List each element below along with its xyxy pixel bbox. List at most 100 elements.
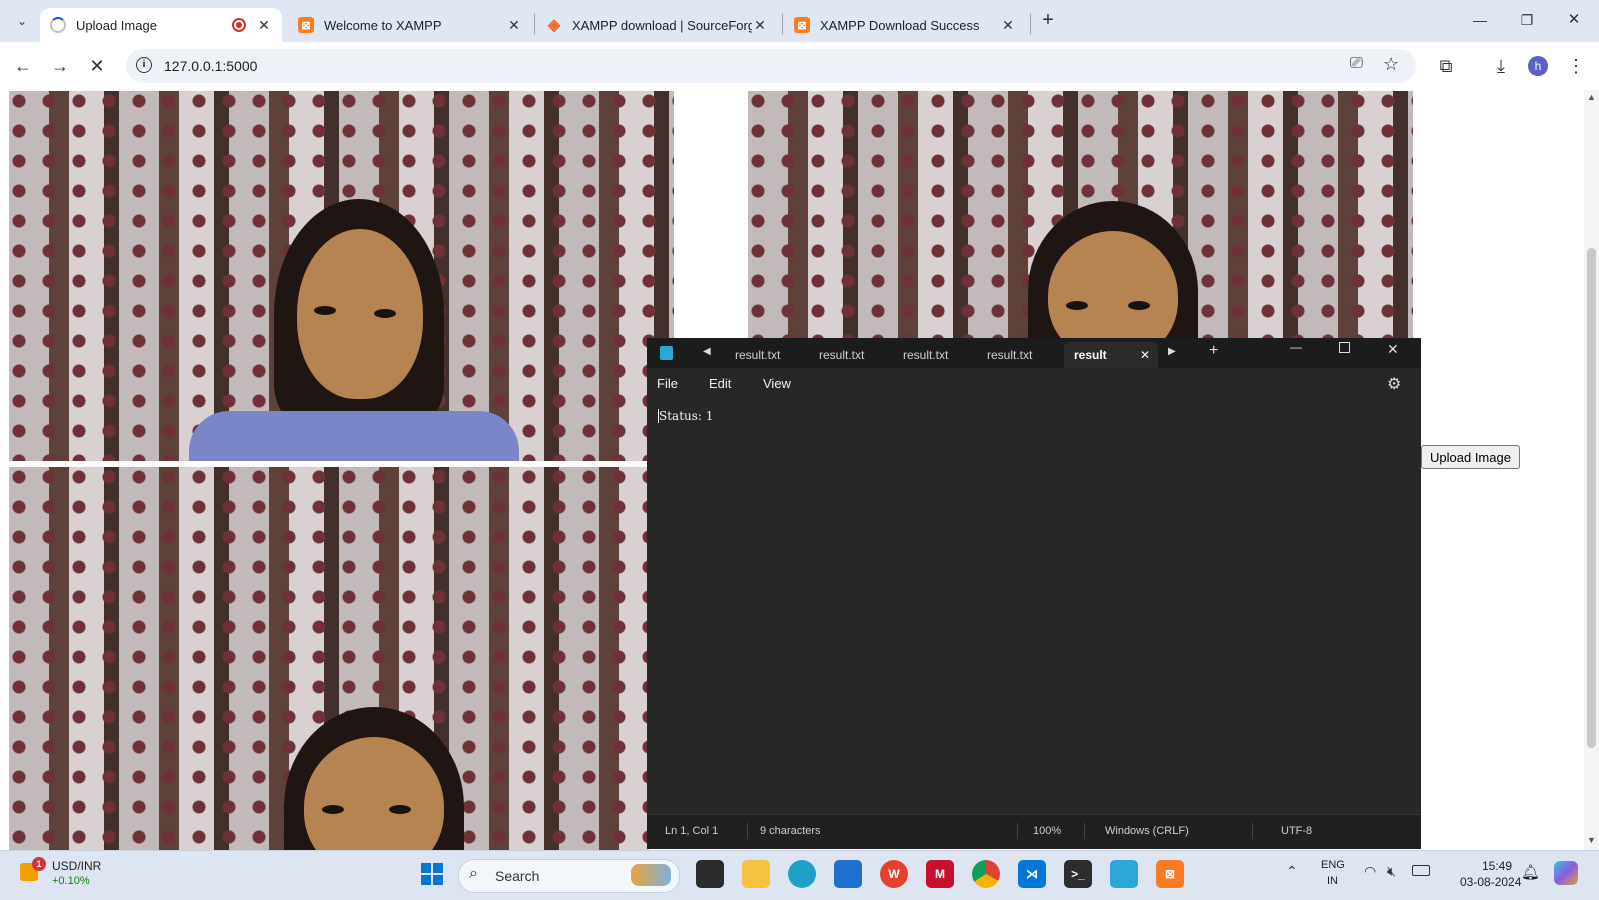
tab-welcome-xampp[interactable]: ⊠ Welcome to XAMPP ✕ (288, 8, 532, 42)
notepad-tab-label: result (1074, 348, 1107, 362)
search-icon: ⌕ (469, 865, 478, 882)
close-tab-icon[interactable]: ✕ (752, 17, 768, 34)
back-arrow-icon[interactable]: ← (9, 52, 37, 80)
windows-start-icon[interactable] (418, 860, 446, 888)
scroll-up-icon[interactable]: ▲ (1587, 92, 1596, 102)
browser-tab-strip: ⌄ Upload Image ✕ ⊠ Welcome to XAMPP ✕ ◈ … (0, 0, 1599, 42)
avatar[interactable]: h (1528, 56, 1548, 76)
menu-edit[interactable]: Edit (709, 376, 731, 391)
task-view-icon[interactable] (696, 860, 724, 888)
edge-browser-icon[interactable] (788, 860, 816, 888)
notification-badge: 1 (32, 857, 46, 871)
page-scrollbar[interactable]: ▲ ▼ (1584, 90, 1599, 850)
battery-icon[interactable] (1412, 865, 1430, 876)
wps-office-icon[interactable]: W (880, 860, 908, 888)
taskbar-search-box[interactable]: ⌕ Search (458, 859, 680, 893)
gear-icon[interactable]: ⚙ (1387, 374, 1401, 394)
tab-title: Welcome to XAMPP (324, 17, 442, 33)
close-window-icon[interactable]: ✕ (1387, 341, 1399, 358)
scroll-tabs-left-icon[interactable]: ◀ (703, 346, 711, 357)
close-tab-icon[interactable]: ✕ (506, 17, 522, 34)
widgets-button[interactable]: 1 USD/INR +0.10% (18, 857, 138, 895)
language-line1[interactable]: ENG (1321, 859, 1345, 871)
stop-loading-icon[interactable]: ✕ (83, 52, 111, 80)
line-ending[interactable]: Windows (CRLF) (1105, 825, 1189, 837)
close-tab-icon[interactable]: ✕ (256, 17, 272, 34)
close-window-icon[interactable]: ✕ (1560, 6, 1588, 34)
notepad-tab[interactable]: result.txt (819, 342, 864, 368)
scroll-tabs-right-icon[interactable]: ▶ (1168, 346, 1176, 357)
maximize-icon[interactable] (1339, 342, 1350, 353)
loading-spinner-icon (50, 17, 66, 33)
notepad-statusbar: Ln 1, Col 1 9 characters 100% Windows (C… (647, 814, 1421, 849)
cursor-position: Ln 1, Col 1 (665, 825, 719, 837)
notepad-app-icon (660, 346, 673, 360)
url-text[interactable]: 127.0.0.1:5000 (164, 58, 257, 74)
extensions-puzzle-icon[interactable]: ⧉ (1432, 52, 1460, 80)
notepad-tab[interactable]: result.txt (987, 342, 1032, 368)
tab-search-chevron-icon[interactable]: ⌄ (8, 7, 36, 35)
file-explorer-icon[interactable] (742, 860, 770, 888)
address-bar[interactable]: i 127.0.0.1:5000 ⎚ ☆ (126, 49, 1416, 83)
tab-title: XAMPP Download Success (820, 17, 980, 33)
vscode-icon[interactable]: ⋊ (1018, 860, 1046, 888)
download-icon[interactable]: ⤓ (1487, 52, 1515, 80)
search-highlight-icon (631, 864, 671, 886)
close-tab-icon[interactable]: ✕ (1140, 342, 1150, 368)
copilot-icon[interactable] (1554, 861, 1578, 885)
notepad-icon[interactable] (1110, 860, 1138, 888)
show-hidden-icons-chevron-icon[interactable]: ⌃ (1286, 863, 1298, 880)
more-menu-icon[interactable]: ⋮ (1562, 52, 1590, 80)
minimize-icon[interactable]: — (1290, 340, 1302, 354)
bookmark-star-icon[interactable]: ☆ (1383, 54, 1399, 75)
wifi-icon[interactable]: ◠ (1364, 863, 1376, 880)
tab-title: XAMPP download | SourceForg (572, 17, 752, 33)
scroll-down-icon[interactable]: ▼ (1587, 835, 1596, 845)
tab-xampp-download-success[interactable]: ⊠ XAMPP Download Success ✕ (784, 8, 1026, 42)
chrome-icon[interactable] (972, 860, 1000, 888)
language-line2[interactable]: IN (1327, 875, 1338, 887)
new-tab-button[interactable]: + (1034, 6, 1062, 34)
uploaded-image-3 (9, 467, 649, 850)
upload-image-button[interactable]: Upload Image (1421, 445, 1520, 469)
editor-text[interactable]: Status: 1 (658, 409, 713, 423)
widget-title: USD/INR (52, 859, 102, 873)
encoding[interactable]: UTF-8 (1281, 825, 1312, 837)
xampp-icon[interactable]: ⊠ (1156, 860, 1184, 888)
microsoft-store-icon[interactable] (834, 860, 862, 888)
forward-arrow-icon[interactable]: → (46, 52, 74, 80)
notepad-menubar: File Edit View ⚙ (647, 368, 1421, 402)
close-tab-icon[interactable]: ✕ (1000, 17, 1016, 34)
zoom-level[interactable]: 100% (1033, 825, 1061, 837)
taskbar: 1 USD/INR +0.10% ⌕ Search W M ⋊ >_ ⊠ ⌃ E… (0, 850, 1599, 900)
site-info-icon[interactable]: i (136, 57, 152, 73)
xampp-icon: ⊠ (298, 17, 314, 33)
widget-change: +0.10% (52, 875, 90, 887)
scrollbar-thumb[interactable] (1587, 248, 1596, 748)
notepad-tab[interactable]: result.txt (735, 342, 780, 368)
notepad-tab[interactable]: result.txt (903, 342, 948, 368)
tab-title: Upload Image (76, 17, 157, 33)
menu-file[interactable]: File (657, 376, 678, 391)
character-count: 9 characters (760, 825, 821, 837)
new-tab-button[interactable]: + (1209, 342, 1218, 360)
tab-upload-image[interactable]: Upload Image ✕ (40, 8, 282, 42)
sourceforge-icon: ◈ (547, 17, 561, 34)
notepad-window: ◀ result.txt result.txt result.txt resul… (647, 338, 1421, 849)
recording-icon (232, 18, 246, 32)
terminal-icon[interactable]: >_ (1064, 860, 1092, 888)
cast-icon[interactable]: ⎚ (1350, 55, 1363, 73)
clock-date[interactable]: 03-08-2024 (1460, 875, 1521, 889)
volume-muted-icon[interactable]: 🔇︎ (1387, 863, 1396, 880)
restore-icon[interactable]: ❐ (1513, 6, 1541, 34)
xampp-icon: ⊠ (794, 17, 810, 33)
clock-time[interactable]: 15:49 (1482, 859, 1512, 873)
menu-view[interactable]: View (763, 376, 791, 391)
notification-bell-icon[interactable]: 🔔︎ (1521, 863, 1540, 881)
notepad-tab-active[interactable]: result ✕ (1064, 342, 1158, 368)
mcafee-icon[interactable]: M (926, 860, 954, 888)
notepad-editor[interactable]: Status: 1 (647, 402, 1421, 814)
minimize-icon[interactable]: — (1466, 6, 1494, 34)
tab-xampp-sourceforge[interactable]: ◈ XAMPP download | SourceForg ✕ (536, 8, 778, 42)
uploaded-image-1 (9, 91, 674, 461)
